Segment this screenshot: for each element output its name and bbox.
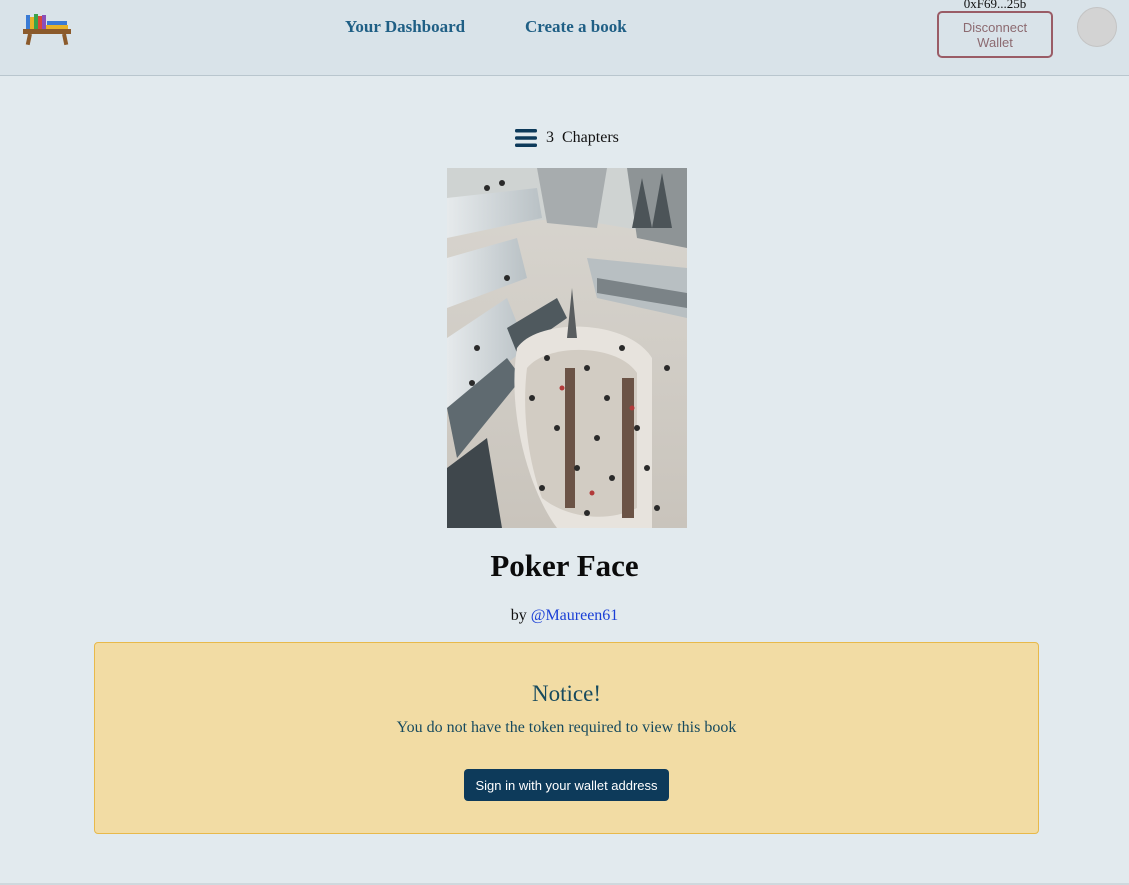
- book-title: Poker Face: [490, 548, 639, 583]
- chapters-toggle[interactable]: 3 Chapters: [515, 127, 619, 149]
- hamburger-menu-icon: [515, 129, 537, 147]
- nav-your-dashboard[interactable]: Your Dashboard: [345, 17, 465, 37]
- top-navbar: Your Dashboard Create a book 0xF69...25b…: [0, 0, 1129, 76]
- author-link[interactable]: @Maureen61: [531, 607, 619, 624]
- chapter-count: 3: [546, 129, 554, 146]
- notice-title: Notice!: [532, 681, 601, 706]
- notice-panel: Notice! You do not have the token requir…: [94, 642, 1039, 834]
- wallet-address: 0xF69...25b: [963, 0, 1027, 11]
- nav-create-book[interactable]: Create a book: [525, 17, 627, 37]
- book-cover-image: [447, 168, 687, 528]
- by-label: by: [510, 607, 527, 624]
- notice-message: You do not have the token required to vi…: [396, 719, 737, 736]
- avatar[interactable]: [1077, 7, 1117, 47]
- chapters-label: Chapters: [562, 129, 619, 146]
- byline: by @Maureen61: [0, 607, 1129, 625]
- sign-in-wallet-button[interactable]: Sign in with your wallet address: [464, 769, 669, 801]
- disconnect-wallet-button[interactable]: Disconnect Wallet: [937, 11, 1053, 58]
- bookshelf-logo-icon[interactable]: [22, 12, 72, 46]
